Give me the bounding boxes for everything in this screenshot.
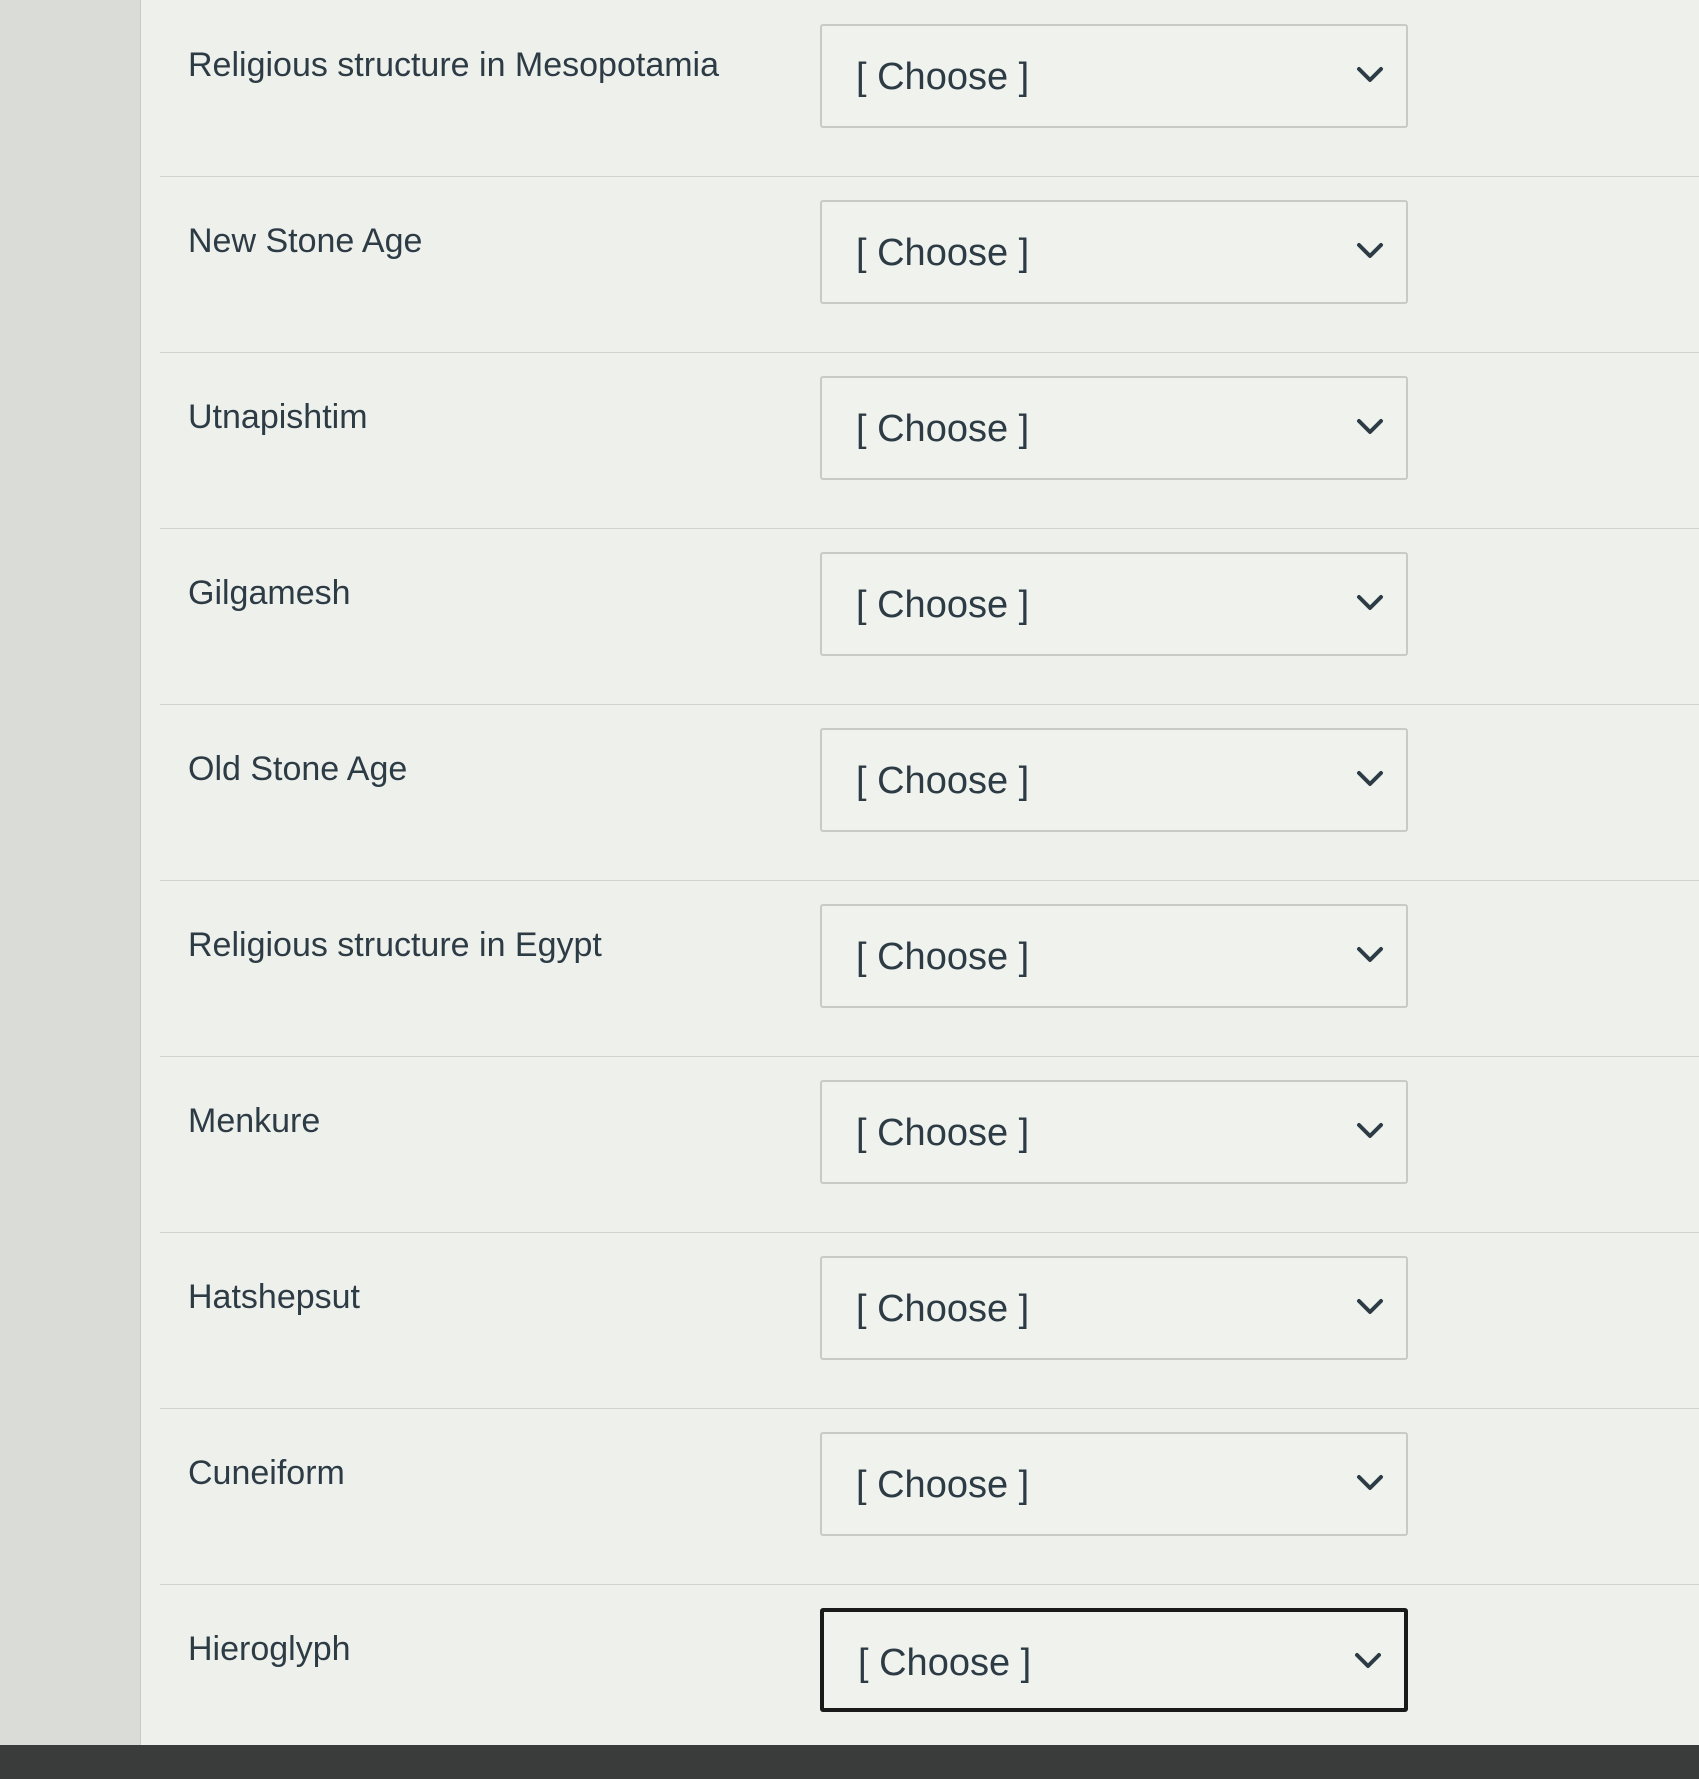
prompt-label: Cuneiform [188,1454,345,1492]
match-row-cuneiform: Cuneiform [ Choose ] [160,1408,1699,1585]
chevron-down-icon [1357,1123,1383,1138]
prompt-label: Gilgamesh [188,574,351,612]
match-row-religious-structure-mesopotamia: Religious structure in Mesopotamia [ Cho… [160,0,1699,177]
screen-bezel [0,1745,1699,1779]
answer-dropdown[interactable]: [ Choose ] [820,1080,1408,1184]
match-row-old-stone-age: Old Stone Age [ Choose ] [160,704,1699,881]
match-row-menkure: Menkure [ Choose ] [160,1056,1699,1233]
answer-dropdown[interactable]: [ Choose ] [820,24,1408,128]
dropdown-selected-value: [ Choose ] [858,1642,1032,1684]
answer-dropdown[interactable]: [ Choose ] [820,728,1408,832]
answer-dropdown[interactable]: [ Choose ] [820,552,1408,656]
prompt-label: Old Stone Age [188,750,408,788]
chevron-down-icon [1355,1653,1381,1668]
chevron-down-icon [1357,947,1383,962]
match-row-utnapishtim: Utnapishtim [ Choose ] [160,352,1699,529]
dropdown-selected-value: [ Choose ] [856,1112,1030,1154]
match-row-gilgamesh: Gilgamesh [ Choose ] [160,528,1699,705]
left-margin [0,0,140,1779]
dropdown-selected-value: [ Choose ] [856,232,1030,274]
prompt-label: Hatshepsut [188,1278,360,1316]
prompt-label: Religious structure in Mesopotamia [188,46,720,84]
chevron-down-icon [1357,1475,1383,1490]
prompt-label: Utnapishtim [188,398,368,436]
dropdown-selected-value: [ Choose ] [856,936,1030,978]
dropdown-selected-value: [ Choose ] [856,1464,1030,1506]
dropdown-selected-value: [ Choose ] [856,56,1030,98]
chevron-down-icon [1357,243,1383,258]
chevron-down-icon [1357,595,1383,610]
dropdown-selected-value: [ Choose ] [856,1288,1030,1330]
match-row-hatshepsut: Hatshepsut [ Choose ] [160,1232,1699,1409]
answer-dropdown[interactable]: [ Choose ] [820,200,1408,304]
answer-dropdown[interactable]: [ Choose ] [820,1256,1408,1360]
chevron-down-icon [1357,1299,1383,1314]
answer-dropdown[interactable]: [ Choose ] [820,376,1408,480]
prompt-label: Menkure [188,1102,321,1140]
dropdown-selected-value: [ Choose ] [856,408,1030,450]
prompt-label: New Stone Age [188,222,423,260]
answer-dropdown[interactable]: [ Choose ] [820,1608,1408,1712]
match-row-hieroglyph: Hieroglyph [ Choose ] [160,1584,1699,1745]
dropdown-selected-value: [ Choose ] [856,760,1030,802]
answer-dropdown[interactable]: [ Choose ] [820,904,1408,1008]
prompt-label: Hieroglyph [188,1630,351,1668]
match-row-new-stone-age: New Stone Age [ Choose ] [160,176,1699,353]
answer-dropdown[interactable]: [ Choose ] [820,1432,1408,1536]
dropdown-selected-value: [ Choose ] [856,584,1030,626]
chevron-down-icon [1357,419,1383,434]
prompt-label: Religious structure in Egypt [188,926,602,964]
chevron-down-icon [1357,67,1383,82]
chevron-down-icon [1357,771,1383,786]
match-row-religious-structure-egypt: Religious structure in Egypt [ Choose ] [160,880,1699,1057]
